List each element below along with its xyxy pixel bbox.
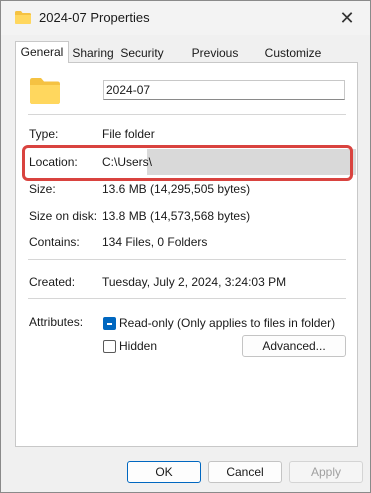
tab-customize[interactable]: Customize (263, 43, 323, 63)
tab-security[interactable]: Security (117, 43, 167, 63)
close-button[interactable]: ✕ (324, 1, 370, 35)
readonly-checkbox[interactable] (103, 317, 116, 330)
folder-name-input[interactable] (103, 80, 345, 100)
ok-button[interactable]: OK (127, 461, 201, 483)
tab-general[interactable]: General (15, 41, 69, 63)
advanced-button[interactable]: Advanced... (242, 335, 346, 357)
hidden-label: Hidden (119, 339, 158, 353)
type-value: File folder (102, 127, 155, 141)
window-title: 2024-07 Properties (39, 10, 150, 25)
readonly-label: Read-only (Only applies to files in fold… (119, 316, 336, 330)
tab-previous-versions[interactable]: Previous Versions (167, 43, 263, 78)
indeterminate-mark (107, 323, 112, 325)
title-bar: 2024-07 Properties ✕ (1, 1, 370, 35)
divider (28, 259, 346, 260)
size-value: 13.6 MB (14,295,505 bytes) (102, 182, 251, 196)
created-value: Tuesday, July 2, 2024, 3:24:03 PM (102, 275, 287, 289)
cancel-button[interactable]: Cancel (208, 461, 282, 483)
apply-button[interactable]: Apply (289, 461, 363, 483)
attributes-label: Attributes: (29, 315, 84, 329)
properties-window: 2024-07 Properties ✕ General Sharing Sec… (0, 0, 371, 493)
divider (28, 114, 346, 115)
divider (28, 298, 346, 299)
folder-icon (30, 78, 60, 104)
created-label: Created: (29, 275, 76, 289)
hidden-checkbox[interactable] (103, 340, 116, 353)
tab-sharing[interactable]: Sharing (68, 43, 118, 63)
general-tab-panel: Type: File folder Location: C:\Users\ Si… (15, 62, 358, 447)
type-label: Type: (29, 127, 59, 141)
size-on-disk-value: 13.8 MB (14,573,568 bytes) (102, 209, 251, 223)
contains-value: 134 Files, 0 Folders (102, 235, 208, 249)
contains-label: Contains: (29, 235, 80, 249)
dialog-footer: OK Cancel Apply (1, 451, 370, 492)
close-icon: ✕ (339, 8, 355, 28)
highlight-annotation (22, 145, 353, 181)
size-label: Size: (29, 182, 56, 196)
folder-icon (15, 11, 31, 24)
size-on-disk-label: Size on disk: (29, 209, 98, 223)
